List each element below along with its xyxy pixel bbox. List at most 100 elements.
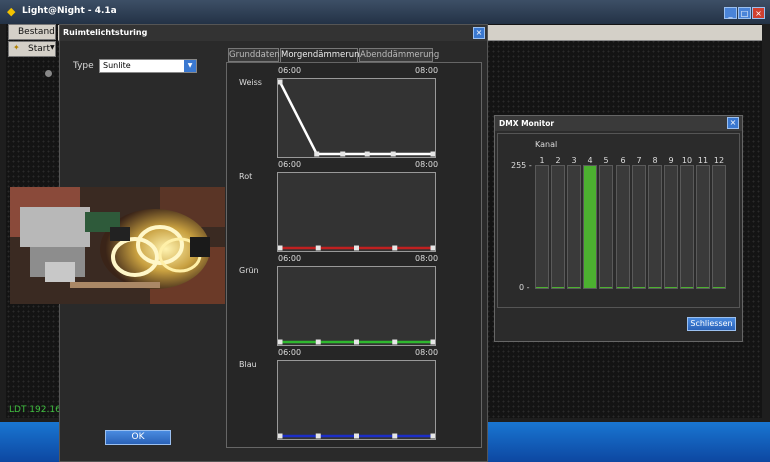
dmx-channel-number: 5 [603,156,609,165]
dmx-channel-bar [664,165,678,289]
tab-abenddammerung[interactable]: Abenddämmerung [359,48,439,62]
type-label: Type [73,61,94,71]
hardware-photo [10,187,225,304]
schliessen-button[interactable]: Schliessen [687,317,736,331]
dmx-channel-bar [680,165,694,289]
channel-label: Weiss [239,78,262,87]
curve-point-handle[interactable] [392,245,398,251]
fixture-dot[interactable] [45,70,52,77]
curve-point-handle[interactable] [430,245,436,251]
dmx-channel-number: 3 [571,156,577,165]
dmx-level-fill [600,287,612,288]
dmx-channel-bar [551,165,565,289]
dmx-channel-bar [632,165,646,289]
dmx-level-fill [697,287,709,288]
curve-point-handle[interactable] [392,433,398,439]
curve-point-handle[interactable] [315,245,321,251]
curve-end-time: 08:00 [415,254,439,263]
dmx-channel-bar [648,165,662,289]
curve-point-handle[interactable] [364,151,370,157]
minimize-button[interactable]: _ [724,7,737,19]
dmx-level-fill [713,287,725,288]
curve-plot[interactable] [277,78,436,158]
status-text: LDT 192.168 [9,405,67,415]
dmx-level-fill [568,287,580,288]
dmx-channel-number: 8 [652,156,658,165]
curve-point-handle[interactable] [278,245,283,251]
curve-point-handle[interactable] [315,433,321,439]
dmx-channel-bar [583,165,597,289]
dmx-channel-number: 10 [681,156,693,165]
curve-start-time: 06:00 [278,160,302,169]
dmx-channel-bar [599,165,613,289]
curve-end-time: 08:00 [415,160,439,169]
ok-button[interactable]: OK [105,430,171,445]
dmx-channel-bar [696,165,710,289]
start-icon: ✦ [13,43,20,52]
channel-label: Rot [239,172,253,181]
dmx-channel-number: 11 [697,156,709,165]
kanal-label: Kanal [535,140,558,149]
curve-point-handle[interactable] [354,339,359,345]
curve-start-time: 06:00 [278,66,302,75]
curve-point-handle[interactable] [278,433,283,439]
maximize-button[interactable]: □ [738,7,751,19]
type-select[interactable]: Sunlite [99,59,197,73]
app-title: Light@Night - 4.1a [22,6,117,16]
dmx-channel-number: 1 [539,156,545,165]
curve-line [278,81,433,156]
curve-end-time: 08:00 [415,348,439,357]
curve-point-handle[interactable] [278,339,283,345]
dmx-channel-number: 9 [668,156,674,165]
curve-plot[interactable] [277,266,436,346]
tab-morgendammerung[interactable]: Morgendämmerung [280,48,365,63]
dmx-level-fill [681,287,693,288]
dmx-level-fill [584,166,596,288]
curve-point-handle[interactable] [430,151,436,157]
tick-max-label: 255 - [511,161,532,170]
curve-point-handle[interactable] [314,151,320,157]
dmx-level-fill [552,287,564,288]
dmx-channel-bar [712,165,726,289]
dmx-channel-bar [616,165,630,289]
dmx-channel-bar [567,165,581,289]
close-button[interactable]: × [752,7,765,19]
tab-grunddaten[interactable]: Grunddaten [228,48,280,62]
curve-point-handle[interactable] [392,339,398,345]
curve-start-time: 06:00 [278,254,302,263]
curve-point-handle[interactable] [390,151,396,157]
curve-point-handle[interactable] [278,79,283,85]
curve-point-handle[interactable] [354,245,359,251]
tick-min-label: 0 - [519,283,530,292]
dmx-close-icon[interactable]: × [727,117,739,129]
dmx-level-fill [617,287,629,288]
dmx-title: DMX Monitor [499,119,555,128]
app-logo-icon: ◆ [7,5,16,18]
dmx-channel-number: 2 [555,156,561,165]
dmx-channel-number: 7 [636,156,642,165]
dmx-channel-number: 4 [587,156,593,165]
chevron-down-icon[interactable]: ▼ [50,44,55,51]
chevron-down-icon[interactable]: ▼ [184,60,196,72]
dmx-level-fill [633,287,645,288]
channel-label: Grün [239,266,259,275]
dialog-close-icon[interactable]: × [473,27,485,39]
dmx-channel-number: 12 [713,156,725,165]
curve-point-handle[interactable] [340,151,346,157]
dmx-level-fill [649,287,661,288]
channel-label: Blau [239,360,257,369]
curve-end-time: 08:00 [415,66,439,75]
curve-plot[interactable] [277,360,436,440]
dmx-level-fill [665,287,677,288]
curve-point-handle[interactable] [430,339,436,345]
dialog-title: Ruimtelichtsturing [63,28,148,37]
dmx-channel-number: 6 [620,156,626,165]
curve-plot[interactable] [277,172,436,252]
dmx-level-fill [536,287,548,288]
curve-point-handle[interactable] [315,339,321,345]
menu-bestand-button[interactable]: Bestand [8,24,56,40]
curve-point-handle[interactable] [430,433,436,439]
curve-point-handle[interactable] [354,433,359,439]
dmx-channel-bar [535,165,549,289]
curve-start-time: 06:00 [278,348,302,357]
